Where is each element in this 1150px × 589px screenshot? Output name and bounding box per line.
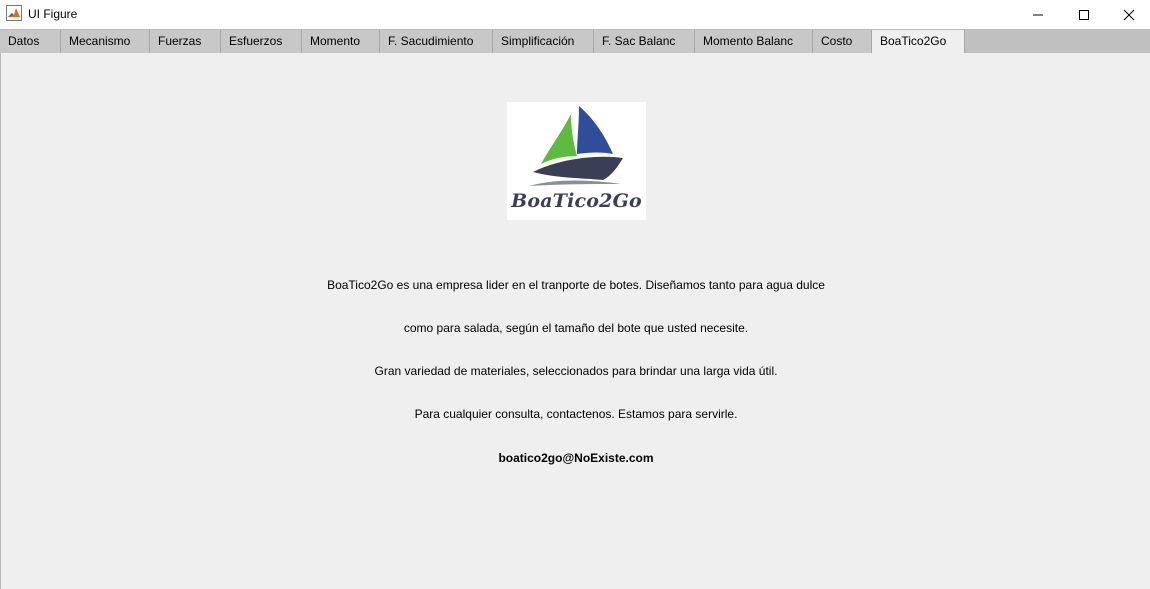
- logo-text: BoaTico2Go: [511, 190, 642, 212]
- tab-momento-balanc[interactable]: Momento Balanc: [695, 30, 813, 53]
- description-line-1: BoaTico2Go es una empresa lider en el tr…: [327, 278, 825, 292]
- close-button[interactable]: [1106, 0, 1150, 29]
- tab-content-panel: BoaTico2Go BoaTico2Go es una empresa lid…: [0, 53, 1150, 589]
- minimize-icon: [1033, 14, 1043, 15]
- tab-f-sacudimiento[interactable]: F. Sacudimiento: [380, 30, 493, 53]
- tab-simplificacion[interactable]: Simplificación: [493, 30, 594, 53]
- minimize-button[interactable]: [1015, 0, 1061, 29]
- tab-esfuerzos[interactable]: Esfuerzos: [221, 30, 302, 53]
- maximize-button[interactable]: [1061, 0, 1107, 29]
- tab-bar: Datos Mecanismo Fuerzas Esfuerzos Moment…: [0, 29, 1150, 54]
- tab-boatico2go[interactable]: BoaTico2Go: [872, 30, 965, 54]
- contact-email: boatico2go@NoExiste.com: [498, 451, 654, 465]
- close-icon: [1123, 9, 1135, 20]
- description-line-3: Gran variedad de materiales, seleccionad…: [374, 364, 778, 378]
- title-bar: UI Figure: [0, 0, 1150, 29]
- description-line-2: como para salada, según el tamaño del bo…: [403, 321, 749, 335]
- company-logo: BoaTico2Go: [507, 102, 646, 220]
- ui-figure-window: UI Figure Datos Mecanismo Fuerzas Esfuer…: [0, 0, 1150, 589]
- matlab-icon: [6, 5, 22, 21]
- tab-costo[interactable]: Costo: [813, 30, 872, 53]
- maximize-icon: [1079, 9, 1089, 20]
- tab-datos[interactable]: Datos: [0, 30, 61, 53]
- tab-fuerzas[interactable]: Fuerzas: [150, 30, 221, 53]
- tab-f-sac-balanc[interactable]: F. Sac Balanc: [594, 30, 695, 53]
- description-line-4: Para cualquier consulta, contactenos. Es…: [414, 407, 738, 421]
- window-title: UI Figure: [28, 7, 78, 21]
- tab-momento[interactable]: Momento: [302, 30, 380, 53]
- tab-mecanismo[interactable]: Mecanismo: [61, 30, 150, 53]
